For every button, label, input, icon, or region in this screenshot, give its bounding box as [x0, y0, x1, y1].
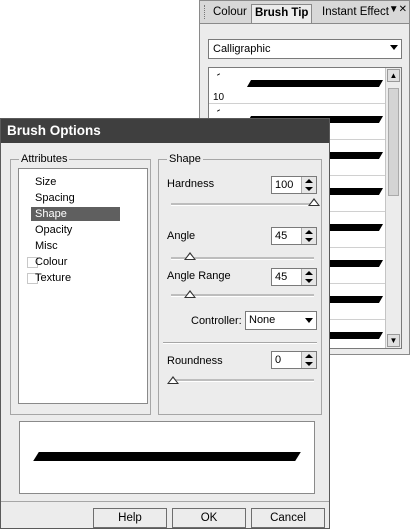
attributes-group: Attributes Size Spacing Shape Opacity Mi…	[10, 153, 151, 415]
shape-group: Shape Hardness 100 Angle 45 Angle Range …	[158, 153, 322, 415]
dialog-button-bar: Help OK Cancel	[1, 501, 329, 529]
panel-tab-bar: Colour Brush Tip Instant Effect ▼✕	[200, 1, 409, 24]
controller-value: None	[249, 314, 276, 326]
tip-size-label: 10	[213, 92, 225, 103]
tab-instant-effect[interactable]: Instant Effect	[319, 4, 392, 23]
hardness-stepper[interactable]: 100	[271, 176, 317, 194]
attributes-list[interactable]: Size Spacing Shape Opacity Misc Colour T…	[18, 168, 148, 404]
angle-value: 45	[275, 230, 288, 242]
brush-stroke-preview	[246, 80, 384, 87]
tip-list-scrollbar[interactable]: ▲ ▼	[385, 68, 401, 348]
angle-range-stepper[interactable]: 45	[271, 268, 317, 286]
tab-colour[interactable]: Colour	[210, 4, 250, 23]
scroll-up-icon[interactable]: ▲	[387, 69, 400, 82]
list-item[interactable]: 10	[209, 68, 385, 104]
attribute-shape[interactable]: Shape	[31, 207, 120, 221]
attributes-group-label: Attributes	[19, 153, 70, 165]
attribute-opacity[interactable]: Opacity	[31, 223, 76, 237]
angle-slider-thumb[interactable]	[184, 252, 196, 260]
ok-button[interactable]: OK	[172, 508, 246, 528]
scroll-down-icon[interactable]: ▼	[387, 334, 400, 347]
spin-arrows-icon[interactable]	[301, 352, 316, 368]
angle-label: Angle	[167, 230, 196, 242]
spin-arrows-icon[interactable]	[301, 177, 316, 193]
cancel-button[interactable]: Cancel	[251, 508, 325, 528]
spin-arrows-icon[interactable]	[301, 228, 316, 244]
chevron-down-icon	[305, 318, 313, 323]
preview-stroke	[33, 452, 301, 461]
hardness-slider-track[interactable]	[171, 203, 314, 206]
hardness-label: Hardness	[167, 178, 215, 190]
chevron-down-icon	[390, 45, 398, 50]
angle-range-value: 45	[275, 271, 288, 283]
roundness-label: Roundness	[167, 355, 223, 367]
brush-stroke-preview-area	[19, 421, 315, 494]
hardness-value: 100	[275, 179, 294, 191]
roundness-slider-thumb[interactable]	[167, 376, 179, 384]
panel-grip-handle[interactable]	[204, 5, 207, 19]
angle-range-label: Angle Range	[167, 270, 231, 282]
tip-small-preview	[216, 73, 221, 76]
attribute-colour[interactable]: Colour	[31, 255, 71, 269]
help-button[interactable]: Help	[93, 508, 167, 528]
dialog-title-bar[interactable]: Brush Options	[1, 119, 329, 143]
attribute-texture[interactable]: Texture	[31, 271, 75, 285]
tab-brush-tip[interactable]: Brush Tip	[251, 4, 313, 23]
controller-dropdown[interactable]: None	[245, 311, 317, 330]
spin-arrows-icon[interactable]	[301, 269, 316, 285]
panel-menu-close-icon[interactable]: ▼✕	[389, 4, 407, 15]
attribute-size[interactable]: Size	[31, 175, 60, 189]
hardness-slider-thumb[interactable]	[308, 198, 320, 206]
attribute-misc[interactable]: Misc	[31, 239, 62, 253]
brush-preset-value: Calligraphic	[213, 43, 271, 55]
angle-stepper[interactable]: 45	[271, 227, 317, 245]
angle-range-slider-thumb[interactable]	[184, 290, 196, 298]
tip-small-preview	[216, 109, 221, 112]
attribute-spacing[interactable]: Spacing	[31, 191, 79, 205]
section-divider	[163, 342, 317, 344]
dialog-title: Brush Options	[7, 123, 101, 138]
controller-label: Controller:	[191, 315, 242, 327]
roundness-slider-track[interactable]	[171, 379, 314, 382]
roundness-stepper[interactable]: 0	[271, 351, 317, 369]
scrollbar-thumb[interactable]	[388, 88, 399, 196]
brush-options-dialog: Brush Options Attributes Size Spacing Sh…	[0, 118, 330, 529]
brush-preset-dropdown[interactable]: Calligraphic	[208, 39, 402, 59]
shape-group-label: Shape	[167, 153, 203, 165]
roundness-value: 0	[275, 354, 282, 366]
